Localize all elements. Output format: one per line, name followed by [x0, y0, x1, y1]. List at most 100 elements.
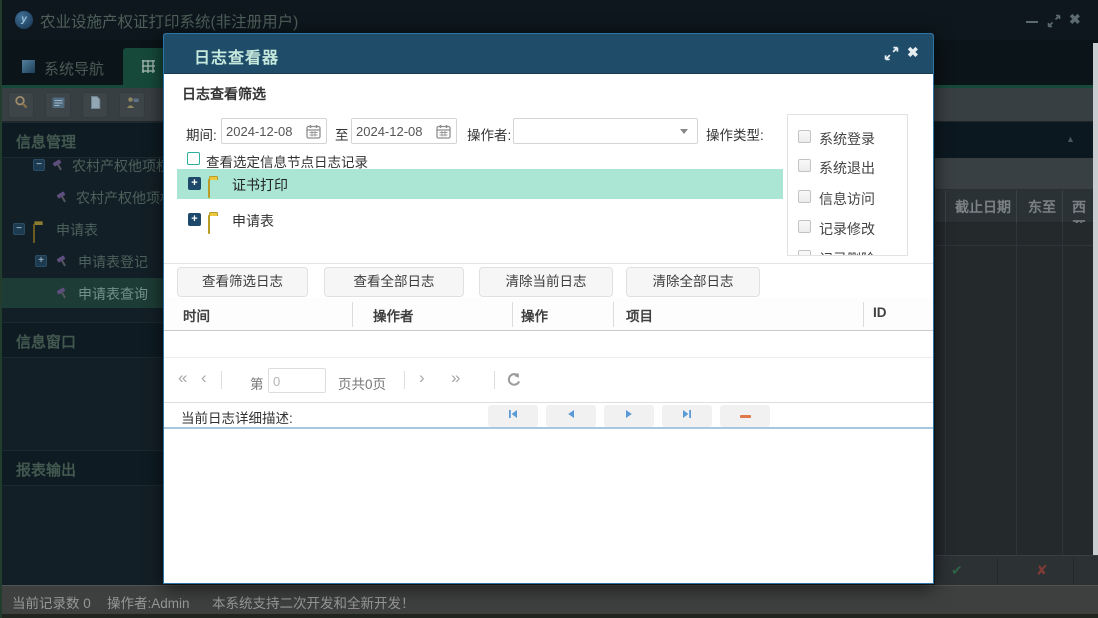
minus-icon — [739, 414, 751, 418]
grid-col-east: 东至 — [1028, 199, 1056, 215]
user-tool-button[interactable] — [119, 92, 145, 118]
optype-label: 操作类型: — [706, 128, 764, 143]
tree-item-label: 申请表登记 — [78, 254, 148, 270]
tab-system-nav-label: 系统导航 — [44, 61, 105, 78]
refresh-icon[interactable] — [506, 372, 522, 393]
window-bottom-edge — [0, 614, 1098, 618]
search-tool-button[interactable] — [8, 92, 34, 118]
tree-item-application-query[interactable]: 申请表查询 — [0, 278, 165, 308]
filter-section-title: 日志查看筛选 — [182, 86, 266, 102]
content-panel-toolbar — [935, 158, 1098, 190]
record-first-button[interactable] — [488, 405, 538, 427]
calendar-icon[interactable] — [306, 124, 321, 144]
dialog-tree-label: 申请表 — [232, 213, 274, 229]
confirm-check-icon[interactable]: ✔ — [951, 562, 963, 579]
collapse-icon[interactable]: − — [33, 159, 45, 171]
folder-icon — [33, 224, 35, 243]
checkbox-icon[interactable] — [798, 220, 811, 233]
document-icon — [88, 95, 103, 115]
tool-icon — [56, 190, 70, 209]
next-record-icon — [623, 407, 635, 425]
minimize-icon[interactable] — [1026, 21, 1038, 23]
period-label: 期间: — [186, 128, 217, 143]
dialog-tree-item-cert-print[interactable]: + 证书打印 — [177, 169, 783, 199]
log-col-id: ID — [873, 305, 887, 320]
content-confirm-row: ✔ ✘ — [935, 555, 1098, 585]
date-from-field[interactable] — [221, 118, 327, 144]
chevron-down-icon[interactable] — [680, 129, 688, 134]
list-tool-button[interactable] — [45, 92, 71, 118]
date-to-field[interactable] — [351, 118, 457, 144]
page-number-input[interactable] — [269, 369, 317, 393]
sidebar: 信息管理 − 农村产权他项权证 农村产权他项权证 − 申请表 + 申请表登记 — [0, 122, 165, 585]
expand-icon[interactable]: + — [188, 177, 201, 190]
folder-icon — [208, 179, 210, 198]
record-prev-button[interactable] — [546, 405, 596, 427]
tree-item-label: 申请表查询 — [78, 286, 148, 302]
expand-icon[interactable]: + — [188, 213, 201, 226]
checkbox-icon[interactable] — [798, 250, 811, 255]
view-all-logs-button[interactable]: 查看全部日志 — [324, 267, 464, 297]
record-last-button[interactable] — [662, 405, 712, 427]
dialog-tree: + 证书打印 + 申请表 — [177, 169, 783, 263]
tree-item-label: 农村产权他项权证 — [76, 190, 165, 206]
record-next-button[interactable] — [604, 405, 654, 427]
grid-icon — [141, 59, 156, 79]
calendar-icon[interactable] — [436, 124, 451, 144]
date-to-input[interactable] — [352, 119, 430, 143]
expand-icon[interactable]: + — [35, 255, 47, 267]
next-page-icon[interactable]: › — [419, 369, 425, 386]
document-tool-button[interactable] — [82, 92, 108, 118]
node-filter-checkbox[interactable] — [187, 152, 200, 165]
clear-current-logs-button[interactable]: 清除当前日志 — [479, 267, 613, 297]
dialog-close-icon[interactable]: ✖ — [907, 44, 919, 61]
operator-input[interactable] — [514, 119, 670, 143]
status-bar: 当前记录数 0 操作者:Admin 本系统支持二次开发和全新开发！ — [0, 585, 1098, 614]
tree-item-rural-rights-node[interactable]: − 农村产权他项权证 — [0, 158, 165, 180]
app-title: 农业设施产权证打印系统(非注册用户) — [40, 14, 299, 31]
dialog-tree-label: 证书打印 — [232, 177, 288, 193]
dialog-expand-icon[interactable] — [884, 46, 899, 66]
log-table-empty-row — [164, 332, 933, 358]
dialog-header[interactable]: 日志查看器 ✖ — [164, 34, 933, 74]
prev-page-icon[interactable]: ‹ — [201, 369, 207, 386]
last-page-icon[interactable]: » — [451, 369, 460, 386]
optype-panel: 系统登录 系统退出 信息访问 记录修改 记录删除 — [787, 114, 908, 256]
collapse-icon[interactable]: − — [13, 223, 25, 235]
tree-item-rural-rights-leaf[interactable]: 农村产权他项权证 — [0, 182, 165, 212]
page-number-field[interactable] — [268, 368, 326, 393]
tree-item-application-register[interactable]: + 申请表登记 — [0, 246, 165, 276]
status-operator: 操作者:Admin — [107, 596, 190, 611]
restore-icon[interactable] — [1047, 14, 1061, 28]
tool-icon — [52, 158, 66, 177]
tab-system-nav[interactable]: 系统导航 — [14, 50, 120, 86]
checkbox-icon[interactable] — [798, 159, 811, 172]
cancel-x-icon[interactable]: ✘ — [1036, 562, 1048, 579]
sidebar-section-info-mgmt[interactable]: 信息管理 — [0, 122, 165, 158]
dialog-title: 日志查看器 — [194, 50, 280, 67]
sidebar-section-report-output[interactable]: 报表输出 — [0, 450, 165, 486]
log-col-time: 时间 — [183, 309, 210, 324]
close-icon[interactable]: ✖ — [1069, 11, 1081, 28]
content-panel-header: ▲ — [935, 122, 1098, 158]
operator-combobox[interactable] — [513, 118, 698, 144]
tree-item-application-form[interactable]: − 申请表 — [0, 214, 165, 244]
sidebar-section-info-window[interactable]: 信息窗口 — [0, 322, 165, 358]
collapse-panel-icon[interactable]: ▲ — [1066, 134, 1075, 144]
tool-icon — [56, 286, 70, 305]
user-icon — [125, 95, 140, 115]
clear-all-logs-button[interactable]: 清除全部日志 — [626, 267, 760, 297]
content-grid-header: 截止日期 东至 西至 — [935, 190, 1098, 235]
dialog-tree-item-application-form[interactable]: + 申请表 — [177, 205, 783, 235]
view-filtered-logs-button[interactable]: 查看筛选日志 — [177, 267, 308, 297]
log-viewer-dialog: 日志查看器 ✖ 日志查看筛选 期间: 至 操作者: 操作类型: — [163, 33, 934, 584]
first-page-icon[interactable]: « — [178, 369, 187, 386]
checkbox-icon[interactable] — [798, 190, 811, 203]
scrollbar[interactable] — [1093, 43, 1098, 555]
log-col-project: 项目 — [626, 309, 653, 324]
date-from-input[interactable] — [222, 119, 300, 143]
record-remove-button[interactable] — [720, 405, 770, 427]
detail-label: 当前日志详细描述: — [181, 411, 293, 426]
status-record-count: 当前记录数 0 — [12, 596, 91, 611]
checkbox-icon[interactable] — [798, 130, 811, 143]
